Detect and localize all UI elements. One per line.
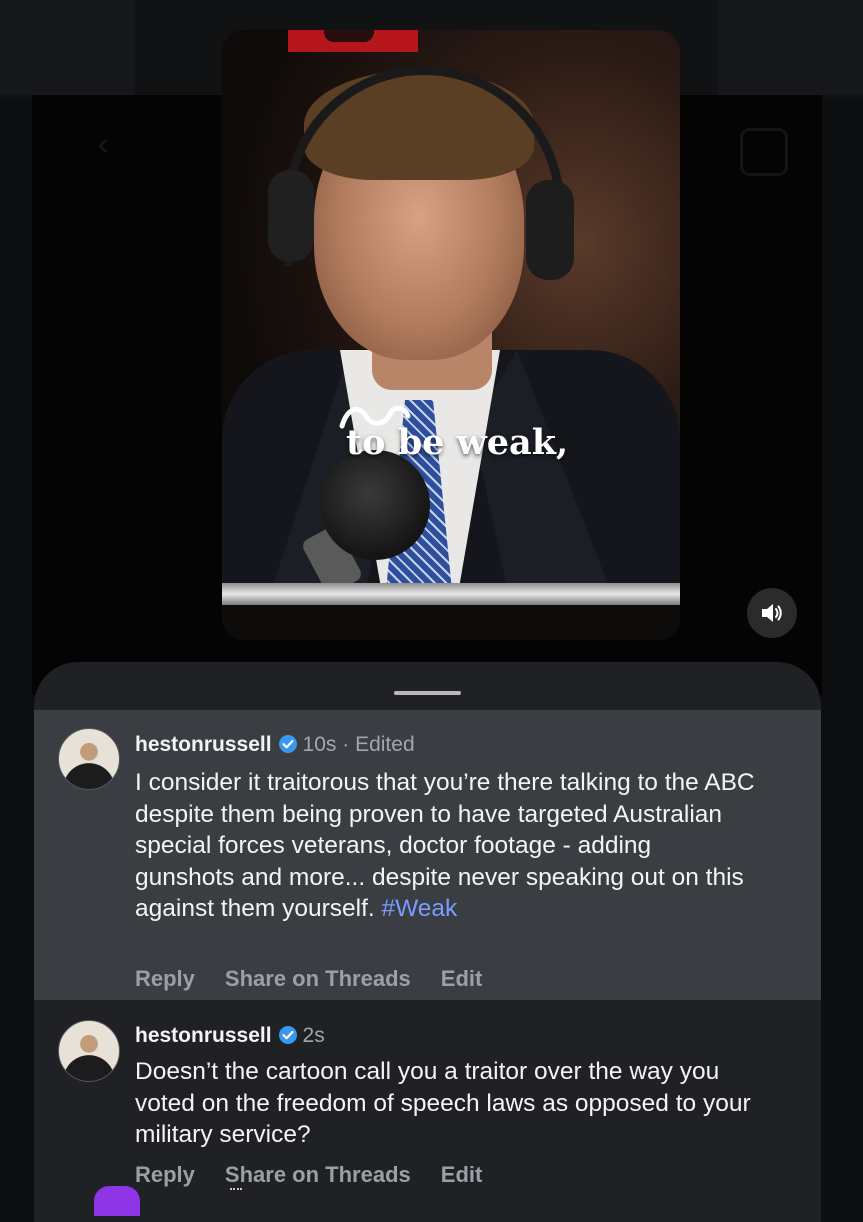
- edit-button[interactable]: Edit: [441, 1162, 483, 1187]
- studio-desk: [222, 583, 680, 605]
- reel-video[interactable]: to be weak,: [222, 30, 680, 640]
- microphone: [320, 450, 430, 560]
- avatar[interactable]: [58, 1020, 120, 1082]
- comment-actions: Reply Share on Threads Edit: [135, 966, 512, 992]
- verified-badge-icon: [278, 735, 297, 753]
- comment-text: Doesn’t the cartoon call you a traitor o…: [135, 1058, 751, 1148]
- comment-meta: hestonrussell 10s · Edited: [135, 731, 415, 759]
- comment-text: I consider it traitorous that you’re the…: [135, 767, 755, 925]
- comments-sheet: hestonrussell 10s · Edited I consider it …: [34, 662, 821, 1222]
- camera-icon[interactable]: [740, 128, 788, 176]
- avatar[interactable]: [58, 728, 120, 790]
- studio-desk-front: [222, 605, 680, 640]
- volume-icon: [762, 604, 782, 622]
- comment-meta: hestonrussell 2s: [135, 1022, 325, 1050]
- comment-username[interactable]: hestonrussell: [135, 1024, 272, 1047]
- comment-time: 2s: [302, 1024, 325, 1047]
- headphones-right-cup: [526, 180, 574, 280]
- edit-button[interactable]: Edit: [441, 966, 483, 991]
- comment-item: hestonrussell 10s · Edited I consider it …: [34, 710, 821, 1000]
- comment-edited-label: · Edited: [342, 733, 415, 756]
- share-on-threads-button[interactable]: Share on Threads: [225, 1162, 411, 1187]
- loading-spinner-icon: [230, 1188, 242, 1201]
- headphones-left-cup: [268, 170, 314, 262]
- volume-button[interactable]: [747, 588, 797, 638]
- share-on-threads-button[interactable]: Share on Threads: [225, 966, 411, 991]
- top-left-background: [0, 0, 135, 95]
- back-arrow-icon[interactable]: ‹: [98, 130, 128, 160]
- comment-time: 10s: [302, 733, 337, 756]
- heart-reaction-icon[interactable]: [94, 1186, 140, 1216]
- comment-actions: Reply Share on Threads Edit: [135, 1162, 512, 1188]
- sheet-drag-handle[interactable]: [394, 691, 461, 695]
- reply-button[interactable]: Reply: [135, 1162, 195, 1187]
- comment-item: hestonrussell 2s Doesn’t the cartoon call…: [34, 1000, 821, 1222]
- video-caption: to be weak,: [346, 422, 569, 463]
- hashtag-link[interactable]: #Weak: [382, 895, 458, 922]
- top-right-background: [718, 0, 863, 95]
- reply-button[interactable]: Reply: [135, 966, 195, 991]
- comment-username[interactable]: hestonrussell: [135, 733, 272, 756]
- studio-sign: [288, 30, 418, 52]
- verified-badge-icon: [278, 1026, 297, 1044]
